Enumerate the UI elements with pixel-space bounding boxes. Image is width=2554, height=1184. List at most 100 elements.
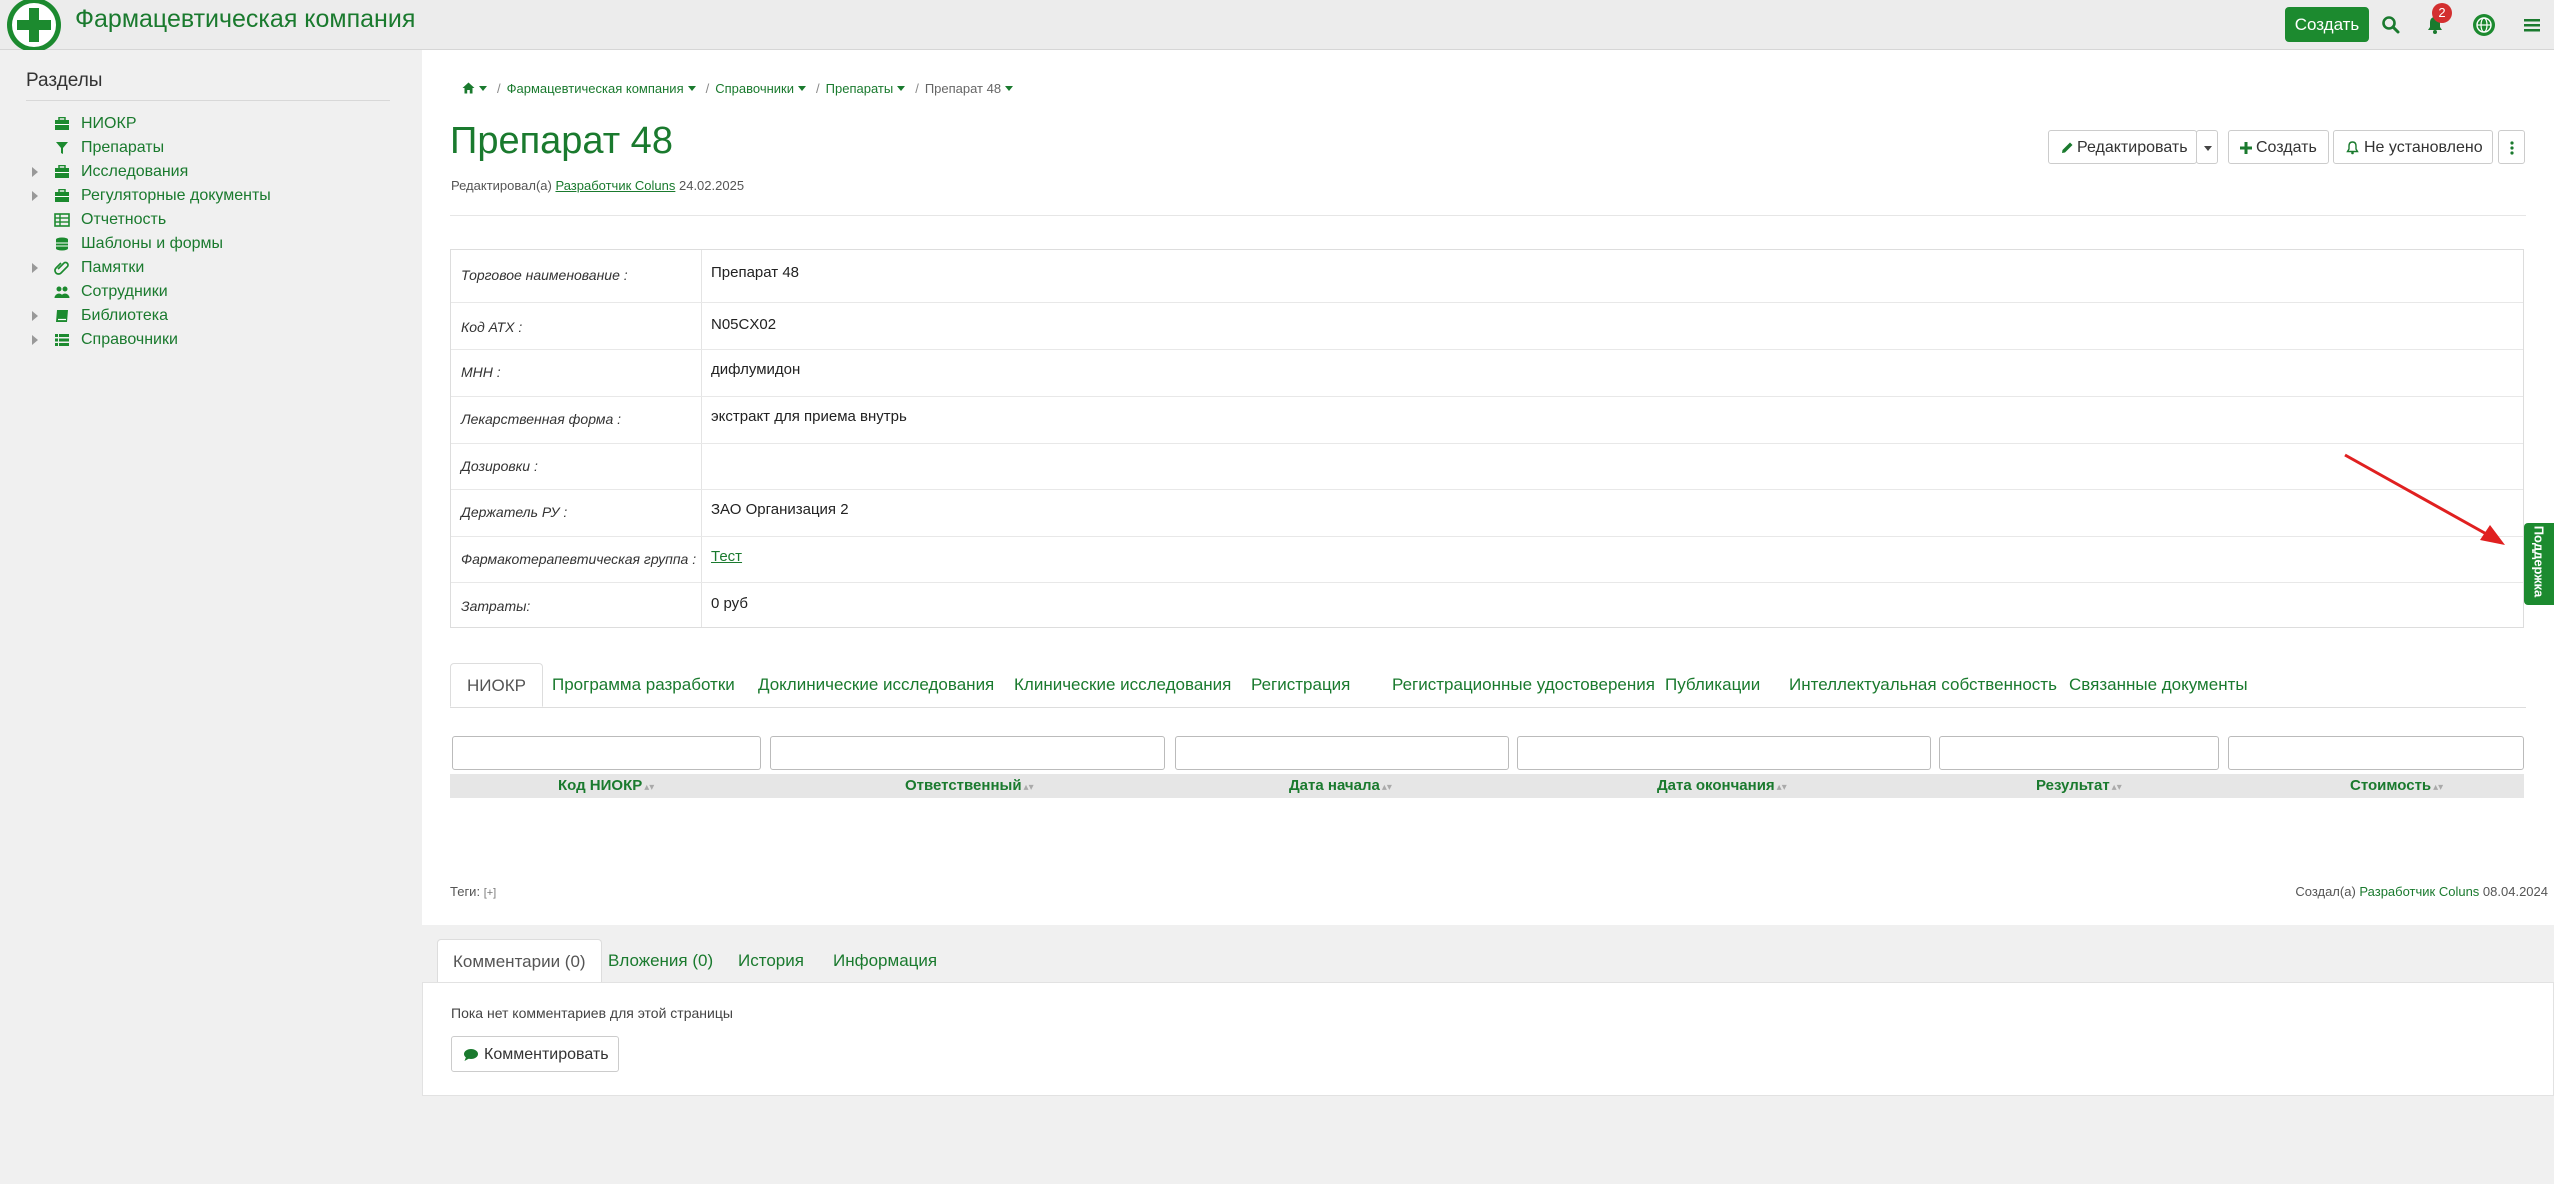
sidebar-item-label: Препараты <box>81 139 165 156</box>
tab-intellectual-property[interactable]: Интеллектуальная собственность <box>1773 663 2073 707</box>
filter-input-cost[interactable] <box>2228 736 2524 770</box>
paperclip-icon <box>54 261 69 275</box>
sidebar-item-preparaty[interactable]: Препараты <box>30 137 410 161</box>
filter-icon <box>56 142 68 154</box>
caret-down-icon[interactable] <box>798 86 807 91</box>
caret-down-icon[interactable] <box>479 86 487 91</box>
expand-arrow-icon[interactable] <box>32 335 38 345</box>
caret-down-icon <box>2204 146 2212 151</box>
property-label: Код АТХ : <box>461 319 523 335</box>
tab-publications[interactable]: Публикации <box>1649 663 1776 707</box>
sidebar-item-label: НИОКР <box>81 115 137 132</box>
expand-arrow-icon[interactable] <box>32 167 38 177</box>
edit-dropdown-button[interactable] <box>2196 130 2218 164</box>
property-row: Фармакотерапевтическая группа : Тест <box>451 536 2523 583</box>
filter-input-responsible[interactable] <box>770 736 1165 770</box>
search-icon[interactable] <box>2380 14 2402 36</box>
tab-niokr[interactable]: НИОКР <box>450 663 543 707</box>
logo-cross-icon[interactable] <box>7 0 61 52</box>
created-info: Создал(а) Разработчик Coluns 08.04.2024 <box>2295 884 2548 899</box>
sidebar-item-pamyatki[interactable]: Памятки <box>30 257 410 281</box>
property-row: Дозировки : <box>451 443 2523 490</box>
app-title[interactable]: Фармацевтическая компания <box>75 4 415 34</box>
sidebar-item-otchetnost[interactable]: Отчетность <box>30 209 410 233</box>
edited-prefix: Редактировал(а) <box>451 178 552 193</box>
create-button[interactable]: Создать <box>2285 7 2369 42</box>
tab-history[interactable]: История <box>723 939 819 983</box>
home-icon[interactable] <box>462 82 475 94</box>
page-title: Препарат 48 <box>450 120 673 162</box>
created-date: 08.04.2024 <box>2482 884 2548 899</box>
sidebar-item-niokr[interactable]: НИОКР <box>30 113 410 137</box>
expand-arrow-icon[interactable] <box>32 191 38 201</box>
caret-down-icon[interactable] <box>1005 86 1014 91</box>
property-label: Фармакотерапевтическая группа : <box>461 551 697 567</box>
sidebar-item-regulatory-docs[interactable]: Регуляторные документы <box>30 185 410 209</box>
property-label: Держатель РУ : <box>461 504 568 520</box>
edited-info: Редактировал(а) Разработчик Coluns 24.02… <box>451 178 744 193</box>
users-icon <box>54 286 70 298</box>
tab-registration[interactable]: Регистрация <box>1235 663 1366 707</box>
expand-arrow-icon[interactable] <box>32 263 38 273</box>
caret-down-icon[interactable] <box>897 86 906 91</box>
tab-comments[interactable]: Комментарии (0) <box>437 939 602 983</box>
tab-information[interactable]: Информация <box>818 939 952 983</box>
edited-date: 24.02.2025 <box>678 178 745 193</box>
tab-related-documents[interactable]: Связанные документы <box>2053 663 2264 707</box>
more-options-button[interactable] <box>2498 130 2525 164</box>
column-header-code[interactable]: Код НИОКР ▴▾ <box>558 777 654 794</box>
filter-input-result[interactable] <box>1939 736 2219 770</box>
created-user-link[interactable]: Разработчик Coluns <box>2359 884 2479 899</box>
add-tag-link[interactable]: [+] <box>484 887 497 899</box>
tab-development-program[interactable]: Программа разработки <box>536 663 751 707</box>
sidebar-item-label: Справочники <box>81 331 178 348</box>
pharm-group-link[interactable]: Тест <box>711 548 742 565</box>
sidebar-item-issledovaniya[interactable]: Исследования <box>30 161 410 185</box>
filter-input-start-date[interactable] <box>1175 736 1509 770</box>
edit-button[interactable]: Редактировать <box>2048 130 2197 164</box>
property-label: Дозировки : <box>461 458 538 474</box>
tab-clinical[interactable]: Клинические исследования <box>998 663 1247 707</box>
column-header-start-date[interactable]: Дата начала ▴▾ <box>1289 777 1392 794</box>
expand-arrow-icon[interactable] <box>32 311 38 321</box>
comments-panel: Пока нет комментариев для этой страницы … <box>422 982 2554 1096</box>
sort-icon: ▴▾ <box>1776 782 1787 793</box>
notify-button[interactable]: Не установлено <box>2333 130 2493 164</box>
column-header-end-date[interactable]: Дата окончания ▴▾ <box>1657 777 1787 794</box>
comment-button-label: Комментировать <box>484 1046 609 1063</box>
globe-avatar-icon[interactable] <box>2472 13 2496 37</box>
edited-user-link[interactable]: Разработчик Coluns <box>555 178 675 193</box>
tab-attachments[interactable]: Вложения (0) <box>593 939 728 983</box>
sidebar-item-label: Исследования <box>81 163 189 180</box>
sidebar-item-spravochniki[interactable]: Справочники <box>30 329 410 353</box>
sidebar-item-templates[interactable]: Шаблоны и формы <box>30 233 410 257</box>
support-tab[interactable]: Поддержка <box>2524 523 2554 605</box>
property-row: МНН : дифлумидон <box>451 349 2523 397</box>
database-icon <box>56 237 68 251</box>
breadcrumb-item[interactable]: Фармацевтическая компания <box>507 81 684 96</box>
breadcrumb: / Фармацевтическая компания / Справочники / П… <box>462 81 1017 96</box>
breadcrumb-item[interactable]: Справочники <box>715 81 794 96</box>
create-item-button[interactable]: Создать <box>2228 130 2329 164</box>
briefcase-icon <box>55 189 69 202</box>
sidebar-item-sotrudniki[interactable]: Сотрудники <box>30 281 410 305</box>
breadcrumb-item[interactable]: Препараты <box>826 81 894 96</box>
filter-input-code[interactable] <box>452 736 761 770</box>
no-comments-text: Пока нет комментариев для этой страницы <box>451 1005 733 1021</box>
caret-down-icon[interactable] <box>687 86 696 91</box>
menu-icon[interactable] <box>2521 14 2543 36</box>
comment-button[interactable]: Комментировать <box>451 1036 619 1072</box>
main-content: / Фармацевтическая компания / Справочники / П… <box>422 50 2554 925</box>
filter-input-end-date[interactable] <box>1517 736 1931 770</box>
sidebar-item-biblioteka[interactable]: Библиотека <box>30 305 410 329</box>
column-header-result[interactable]: Результат ▴▾ <box>2036 777 2122 794</box>
sidebar-item-label: Отчетность <box>81 211 167 228</box>
tab-registration-certificates[interactable]: Регистрационные удостоверения <box>1376 663 1671 707</box>
sort-icon: ▴▾ <box>644 782 655 793</box>
bottom-tabs: Комментарии (0) Вложения (0) История Инф… <box>422 939 2554 983</box>
briefcase-icon <box>55 117 69 130</box>
column-header-responsible[interactable]: Ответственный ▴▾ <box>905 777 1034 794</box>
column-header-cost[interactable]: Стоимость ▴▾ <box>2350 777 2443 794</box>
tab-preclinical[interactable]: Доклинические исследования <box>742 663 1010 707</box>
property-label: Затраты: <box>461 598 531 614</box>
